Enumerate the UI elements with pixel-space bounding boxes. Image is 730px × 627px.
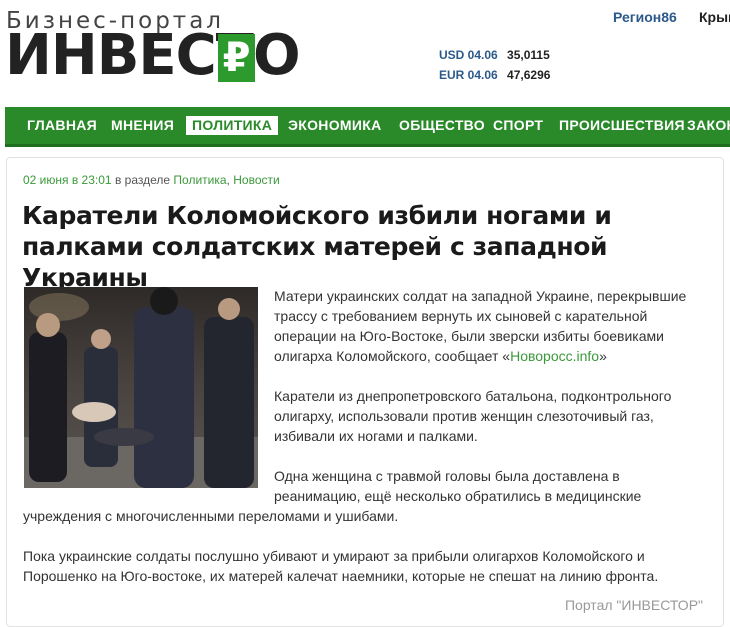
logo-wordmark[interactable]: ИНВЕСТО bbox=[5, 26, 301, 86]
crimea-link[interactable]: Крым bbox=[699, 9, 730, 25]
rate-usd-value: 35,0115 bbox=[507, 48, 550, 62]
source-link[interactable]: Новоросс.info bbox=[510, 348, 599, 364]
paragraph-4: Пока украинские солдаты послушно убивают… bbox=[23, 548, 659, 584]
region-link[interactable]: Регион86 bbox=[613, 9, 677, 25]
rate-eur: EUR 04.06 47,6296 bbox=[439, 65, 550, 85]
nav-item-law[interactable]: ЗАКОН bbox=[687, 107, 730, 144]
section-link-news[interactable]: Новости bbox=[233, 173, 279, 187]
currency-rates: USD 04.06 35,0115 EUR 04.06 47,6296 bbox=[439, 45, 550, 85]
paragraph-3-end: учреждения с многочисленными переломами … bbox=[23, 508, 399, 524]
crowd-photo-icon bbox=[24, 287, 258, 488]
ruble-logo-icon: ₽ bbox=[218, 34, 255, 82]
rate-eur-label: EUR 04.06 bbox=[439, 68, 498, 82]
article-photo bbox=[24, 287, 258, 488]
article-date: 02 июня в 23:01 bbox=[23, 173, 112, 187]
nav-item-opinions[interactable]: МНЕНИЯ bbox=[111, 107, 174, 144]
paragraph-3-start: Одна женщина с травмой головы была доста… bbox=[274, 468, 642, 504]
rate-eur-value: 47,6296 bbox=[507, 68, 551, 82]
nav-item-home[interactable]: ГЛАВНАЯ bbox=[27, 107, 97, 144]
nav-item-sport[interactable]: СПОРТ bbox=[493, 107, 543, 144]
article-title: Каратели Коломойского избили ногами и па… bbox=[22, 201, 612, 292]
section-link-politics[interactable]: Политика bbox=[173, 173, 226, 187]
paragraph-1-text: Матери украинских солдат на западной Укр… bbox=[274, 288, 687, 364]
nav-item-politics[interactable]: ПОЛИТИКА bbox=[186, 116, 279, 135]
nav-item-economy[interactable]: ЭКОНОМИКА bbox=[288, 107, 381, 144]
article-meta: 02 июня в 23:01 в разделе Политика, Ново… bbox=[23, 173, 280, 187]
article-signature: Портал "ИНВЕСТОР" bbox=[564, 597, 703, 613]
paragraph-1-end: » bbox=[599, 348, 607, 364]
nav-item-society[interactable]: ОБЩЕСТВО bbox=[399, 107, 485, 144]
section-separator: , bbox=[226, 173, 230, 187]
paragraph-1: Матери украинских солдат на западной Укр… bbox=[274, 286, 704, 366]
section-prefix: в разделе bbox=[114, 173, 171, 187]
main-nav: ГЛАВНАЯ МНЕНИЯ ПОЛИТИКА ЭКОНОМИКА ОБЩЕСТ… bbox=[5, 107, 730, 147]
nav-item-incidents[interactable]: ПРОИСШЕСТВИЯ bbox=[559, 107, 685, 144]
rate-usd-label: USD 04.06 bbox=[439, 48, 498, 62]
paragraph-2: Каратели из днепропетровского батальона,… bbox=[274, 388, 672, 444]
rate-usd: USD 04.06 35,0115 bbox=[439, 45, 550, 65]
